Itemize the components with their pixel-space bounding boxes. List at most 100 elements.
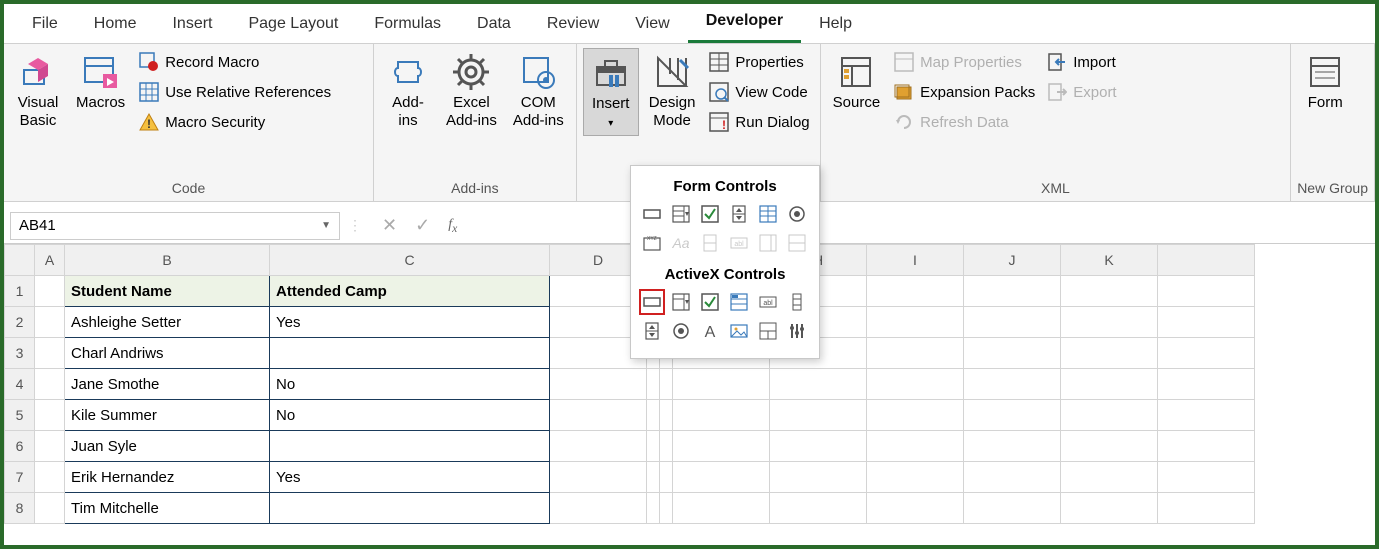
- cell[interactable]: [1158, 431, 1255, 462]
- activex-checkbox-control[interactable]: [697, 289, 723, 315]
- cell[interactable]: [270, 431, 550, 462]
- cell[interactable]: [35, 307, 65, 338]
- cell[interactable]: [770, 369, 867, 400]
- form-option-control[interactable]: [784, 201, 810, 227]
- import-button[interactable]: Import: [1043, 50, 1120, 74]
- cell[interactable]: [1158, 276, 1255, 307]
- name-box[interactable]: AB41 ▼: [10, 212, 340, 240]
- cell[interactable]: [1061, 431, 1158, 462]
- form-button[interactable]: Form: [1297, 48, 1353, 116]
- tab-formulas[interactable]: Formulas: [356, 7, 459, 43]
- cell[interactable]: [1061, 369, 1158, 400]
- formula-input[interactable]: [477, 212, 1369, 240]
- cell[interactable]: [1061, 307, 1158, 338]
- row-header[interactable]: 6: [5, 431, 35, 462]
- tab-data[interactable]: Data: [459, 7, 529, 43]
- cell[interactable]: [964, 369, 1061, 400]
- cell[interactable]: Ashleighe Setter: [65, 307, 270, 338]
- cell[interactable]: Charl Andriws: [65, 338, 270, 369]
- activex-more-control[interactable]: [784, 318, 810, 344]
- cell[interactable]: [1061, 400, 1158, 431]
- use-relative-button[interactable]: Use Relative References: [135, 80, 335, 104]
- cell[interactable]: Juan Syle: [65, 431, 270, 462]
- run-dialog-button[interactable]: ! Run Dialog: [705, 110, 813, 134]
- cell[interactable]: Jane Smothe: [65, 369, 270, 400]
- cell[interactable]: [673, 462, 770, 493]
- column-header[interactable]: [1158, 245, 1255, 276]
- cell[interactable]: No: [270, 400, 550, 431]
- cell[interactable]: [964, 338, 1061, 369]
- cell[interactable]: [270, 493, 550, 524]
- tab-file[interactable]: File: [14, 7, 76, 43]
- cell[interactable]: Yes: [270, 307, 550, 338]
- cell[interactable]: [867, 276, 964, 307]
- cell[interactable]: [35, 493, 65, 524]
- cell[interactable]: [1158, 493, 1255, 524]
- visual-basic-button[interactable]: Visual Basic: [10, 48, 66, 134]
- addins-button[interactable]: Add- ins: [380, 48, 436, 134]
- cell[interactable]: [867, 400, 964, 431]
- cell[interactable]: [1158, 307, 1255, 338]
- column-header[interactable]: I: [867, 245, 964, 276]
- tab-page-layout[interactable]: Page Layout: [230, 7, 356, 43]
- cell[interactable]: [35, 400, 65, 431]
- cell[interactable]: [1158, 369, 1255, 400]
- cell[interactable]: [1158, 462, 1255, 493]
- cell[interactable]: [35, 369, 65, 400]
- cell[interactable]: No: [270, 369, 550, 400]
- cell[interactable]: [660, 431, 673, 462]
- cell[interactable]: [35, 338, 65, 369]
- tab-help[interactable]: Help: [801, 7, 870, 43]
- form-group-control[interactable]: XYZ: [639, 230, 665, 256]
- cell[interactable]: [35, 431, 65, 462]
- cell[interactable]: [1061, 493, 1158, 524]
- cell[interactable]: [770, 431, 867, 462]
- cell[interactable]: [35, 462, 65, 493]
- excel-addins-button[interactable]: Excel Add-ins: [440, 48, 503, 134]
- design-mode-button[interactable]: Design Mode: [643, 48, 702, 134]
- cell[interactable]: [673, 369, 770, 400]
- cell[interactable]: [647, 369, 660, 400]
- cell[interactable]: [964, 431, 1061, 462]
- row-header[interactable]: 5: [5, 400, 35, 431]
- cell[interactable]: [867, 431, 964, 462]
- com-addins-button[interactable]: COM Add-ins: [507, 48, 570, 134]
- activex-option-control[interactable]: [668, 318, 694, 344]
- tab-review[interactable]: Review: [529, 7, 617, 43]
- cell[interactable]: [964, 493, 1061, 524]
- cell[interactable]: [550, 493, 647, 524]
- insert-button[interactable]: Insert▾: [583, 48, 639, 136]
- cell[interactable]: [647, 431, 660, 462]
- cell[interactable]: [1158, 338, 1255, 369]
- cell[interactable]: Attended Camp: [270, 276, 550, 307]
- form-combo-control[interactable]: [668, 201, 694, 227]
- properties-button[interactable]: Properties: [705, 50, 813, 74]
- row-header[interactable]: 7: [5, 462, 35, 493]
- cell[interactable]: [867, 369, 964, 400]
- macros-button[interactable]: Macros: [70, 48, 131, 116]
- cell[interactable]: [1061, 338, 1158, 369]
- activex-toggle-control[interactable]: [755, 318, 781, 344]
- row-header[interactable]: 4: [5, 369, 35, 400]
- cell[interactable]: [867, 493, 964, 524]
- activex-image-control[interactable]: [726, 318, 752, 344]
- fx-icon[interactable]: fx: [448, 217, 457, 235]
- activex-textbox-control[interactable]: abl: [755, 289, 781, 315]
- cell[interactable]: Yes: [270, 462, 550, 493]
- activex-button-control[interactable]: [639, 289, 665, 315]
- cell[interactable]: [964, 462, 1061, 493]
- cell[interactable]: [660, 400, 673, 431]
- tab-insert[interactable]: Insert: [154, 7, 230, 43]
- cell[interactable]: [964, 400, 1061, 431]
- cell[interactable]: [1158, 400, 1255, 431]
- cell[interactable]: [647, 462, 660, 493]
- expansion-packs-button[interactable]: Expansion Packs: [890, 80, 1039, 104]
- cell[interactable]: [660, 493, 673, 524]
- cell[interactable]: [770, 493, 867, 524]
- column-header[interactable]: B: [65, 245, 270, 276]
- cell[interactable]: [867, 462, 964, 493]
- column-header[interactable]: A: [35, 245, 65, 276]
- activex-scroll-control[interactable]: [784, 289, 810, 315]
- activex-label-control[interactable]: A: [697, 318, 723, 344]
- cell[interactable]: [673, 431, 770, 462]
